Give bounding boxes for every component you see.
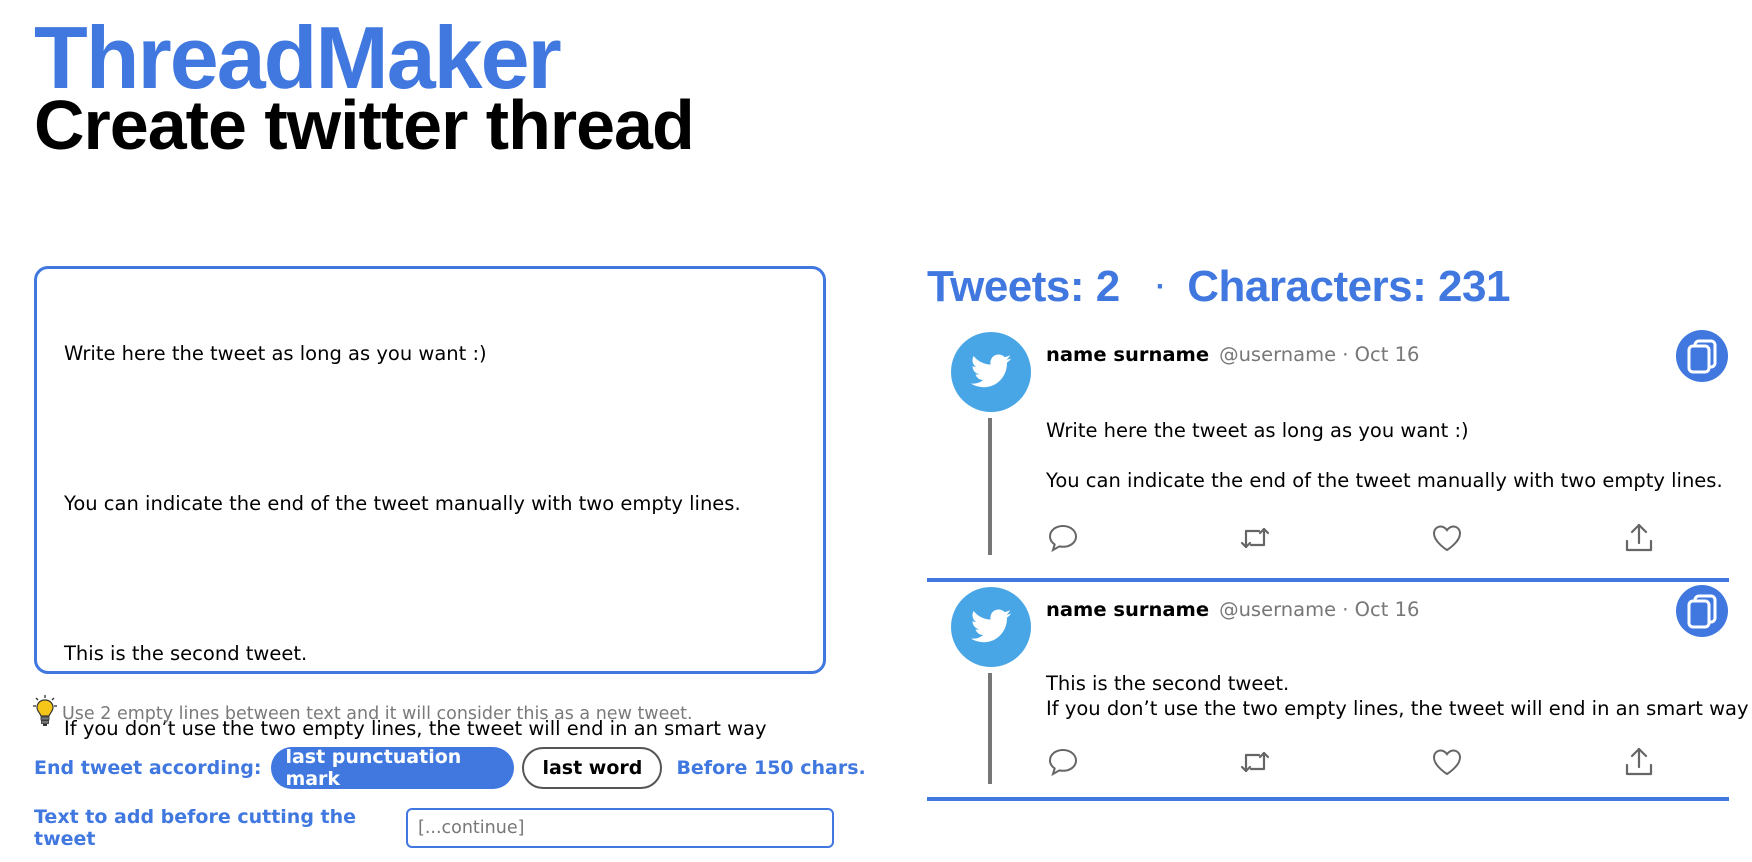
share-button[interactable] (1622, 521, 1656, 555)
continue-text-label: Text to add before cutting the tweet (34, 806, 357, 850)
thread-stats: Tweets: 2 · Characters: 231 (927, 262, 1510, 312)
share-icon (1625, 747, 1653, 776)
share-button[interactable] (1622, 745, 1656, 779)
editor-line: This is the second tweet. (64, 642, 308, 665)
tweet-text: This is the second tweet. If you don’t u… (1046, 671, 1749, 721)
tweet-author-name: name surname (1046, 343, 1210, 366)
continue-text-row: Text to add before cutting the tweet (34, 806, 834, 850)
copy-tweet-button[interactable] (1676, 330, 1728, 382)
tweet-handle-date: @username · Oct 16 (1219, 343, 1420, 366)
like-button[interactable] (1430, 521, 1464, 555)
editor-line: You can indicate the end of the tweet ma… (64, 492, 741, 515)
lightbulb-icon (32, 694, 62, 733)
tweet-line: If you don’t use the two empty lines, th… (1046, 697, 1749, 720)
avatar (951, 332, 1031, 412)
hint-text: Use 2 empty lines between text and it wi… (62, 703, 693, 724)
retweet-icon (1240, 527, 1270, 549)
tweet-handle-date: @username · Oct 16 (1219, 598, 1420, 621)
tweet-line: This is the second tweet. (1046, 672, 1290, 695)
end-tweet-label: End tweet according: (34, 757, 262, 779)
reply-icon (1048, 524, 1078, 553)
editor-line: Write here the tweet as long as you want… (64, 342, 487, 365)
retweet-button[interactable] (1238, 521, 1272, 555)
tweet-header: name surname @username · Oct 16 (1046, 343, 1419, 366)
tweet-line: Write here the tweet as long as you want… (1046, 419, 1469, 442)
reply-icon (1048, 748, 1078, 777)
tweet-editor-textarea[interactable]: Write here the tweet as long as you want… (34, 266, 826, 740)
copy-tweet-button[interactable] (1676, 585, 1728, 637)
editor-blank-line (64, 416, 796, 441)
share-icon (1625, 523, 1653, 552)
character-count: Characters: 231 (1187, 262, 1510, 311)
like-icon (1432, 749, 1462, 776)
copy-icon (1687, 339, 1717, 374)
end-tweet-options: End tweet according: last punctuation ma… (34, 746, 866, 790)
tweet-preview: name surname @username · Oct 16 This is t… (927, 585, 1749, 801)
like-icon (1432, 525, 1462, 552)
option-last-word[interactable]: last word (522, 747, 663, 789)
char-limit-label: Before 150 chars. (676, 757, 866, 779)
thread-connector (988, 673, 992, 784)
tweet-preview: name surname @username · Oct 16 Write her… (927, 330, 1729, 582)
retweet-icon (1240, 751, 1270, 773)
tweet-actions (1046, 521, 1656, 555)
copy-icon (1687, 594, 1717, 629)
reply-button[interactable] (1046, 521, 1080, 555)
reply-button[interactable] (1046, 745, 1080, 779)
stats-separator: · (1155, 270, 1166, 303)
tweet-header: name surname @username · Oct 16 (1046, 598, 1419, 621)
retweet-button[interactable] (1238, 745, 1272, 779)
tweet-text: Write here the tweet as long as you want… (1046, 418, 1723, 493)
option-last-punctuation-mark[interactable]: last punctuation mark (271, 746, 515, 790)
app: ThreadMaker Create twitter thread Write … (0, 0, 1752, 862)
tweet-count: Tweets: 2 (927, 262, 1120, 311)
continue-text-input[interactable] (406, 808, 834, 848)
editor-blank-line (64, 566, 796, 591)
page-subtitle: Create twitter thread (34, 86, 695, 164)
tweet-actions (1046, 745, 1656, 779)
thread-connector (988, 418, 992, 555)
tweet-author-name: name surname (1046, 598, 1210, 621)
like-button[interactable] (1430, 745, 1464, 779)
tweet-line: You can indicate the end of the tweet ma… (1046, 469, 1723, 492)
twitter-bird-icon (970, 354, 1012, 388)
twitter-bird-icon (970, 609, 1012, 643)
avatar (951, 587, 1031, 667)
hint: Use 2 empty lines between text and it wi… (32, 694, 693, 733)
